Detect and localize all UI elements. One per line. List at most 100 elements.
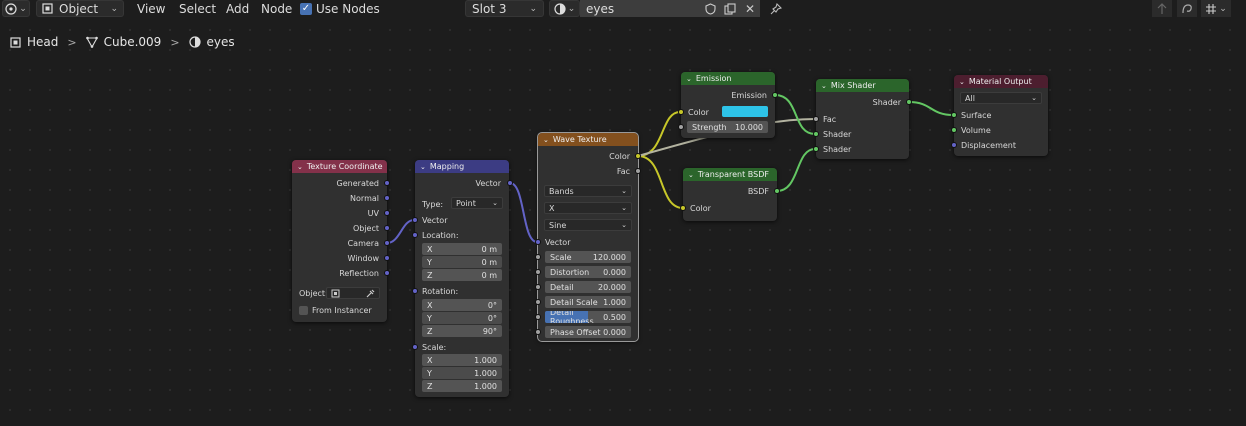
emission-node[interactable]: ⌄ Emission Emission Color Strength 10.000	[678, 72, 778, 138]
socket-surface[interactable]	[951, 112, 957, 118]
socket-shader-1[interactable]	[813, 131, 819, 137]
transparent-bsdf-node[interactable]: ⌄ Transparent BSDF BSDF Color	[680, 168, 780, 221]
node-editor-canvas[interactable]: ⌄ Object ⌄ View Select Add Node ✓ Use No…	[0, 0, 1246, 426]
chevron-down-icon[interactable]: ⌄	[688, 171, 694, 179]
object-picker[interactable]	[326, 287, 380, 299]
scale-x-field[interactable]: X 1.000	[422, 354, 502, 366]
node-header[interactable]: ⌄ Texture Coordinate	[292, 160, 387, 173]
socket-color[interactable]	[680, 205, 686, 211]
wave-type-dropdown[interactable]: Bands ⌄	[544, 185, 632, 197]
scale-z-field[interactable]: Z 1.000	[422, 380, 502, 392]
node-header[interactable]: ⌄ Emission	[681, 72, 775, 85]
phase-offset-field[interactable]: Phase Offset 0.000	[545, 326, 631, 338]
detail-scale-field[interactable]: Detail Scale 1.000	[545, 296, 631, 308]
node-header[interactable]: ⌄ Wave Texture	[538, 133, 638, 146]
socket-displacement[interactable]	[951, 142, 957, 148]
socket-input-vector[interactable]	[412, 217, 418, 223]
socket-location[interactable]	[412, 232, 418, 238]
chevron-down-icon: ⌄	[1031, 94, 1037, 102]
field-value: 1.000	[474, 368, 497, 378]
socket-object[interactable]	[384, 225, 390, 231]
field-label: Detail	[550, 282, 574, 292]
field-value: 0 m	[481, 270, 497, 280]
field-value: 20.000	[598, 282, 626, 292]
socket-scale[interactable]	[535, 254, 541, 260]
chevron-down-icon[interactable]: ⌄	[420, 163, 426, 171]
chevron-down-icon[interactable]: ⌄	[821, 82, 827, 90]
location-y-field[interactable]: Y 0 m	[422, 256, 502, 268]
from-instancer-checkbox[interactable]	[299, 306, 308, 315]
socket-camera[interactable]	[384, 240, 390, 246]
color-swatch[interactable]	[722, 106, 768, 117]
wave-texture-node[interactable]: ⌄ Wave Texture Color Fac Bands ⌄ X ⌄ Sine ⌄…	[535, 132, 641, 342]
socket-scale[interactable]	[412, 344, 418, 350]
socket-strength[interactable]	[678, 124, 684, 130]
field-value: 90°	[482, 326, 497, 336]
socket-distortion[interactable]	[535, 269, 541, 275]
socket-normal[interactable]	[384, 195, 390, 201]
socket-rotation[interactable]	[412, 288, 418, 294]
field-label: Phase Offset	[550, 327, 601, 337]
socket-emission[interactable]	[772, 92, 778, 98]
socket-color[interactable]	[635, 153, 641, 159]
socket-detail[interactable]	[535, 284, 541, 290]
socket-color[interactable]	[678, 109, 684, 115]
material-output-node[interactable]: ⌄ Material Output All ⌄ Surface Volume Di…	[951, 75, 1048, 156]
location-z-field[interactable]: Z 0 m	[422, 269, 502, 281]
output-camera: Camera	[347, 239, 379, 248]
texture-coordinate-node[interactable]: ⌄ Texture Coordinate Generated Normal UV…	[292, 160, 390, 322]
socket-output-shader[interactable]	[906, 99, 912, 105]
scale-y-field[interactable]: Y 1.000	[422, 367, 502, 379]
rotation-x-field[interactable]: X 0°	[422, 299, 502, 311]
socket-window[interactable]	[384, 255, 390, 261]
socket-vector[interactable]	[535, 239, 541, 245]
object-label: Object:	[299, 289, 328, 298]
mix-shader-node[interactable]: ⌄ Mix Shader Shader Fac Shader Shader	[813, 79, 912, 159]
socket-detail-roughness[interactable]	[535, 314, 541, 320]
field-label: Strength	[692, 122, 727, 132]
socket-shader-2[interactable]	[813, 146, 819, 152]
detail-field[interactable]: Detail 20.000	[545, 281, 631, 293]
field-label: Distortion	[550, 267, 590, 277]
node-header[interactable]: ⌄ Mix Shader	[816, 79, 909, 92]
output-vector: Vector	[475, 179, 502, 188]
socket-bsdf[interactable]	[774, 188, 780, 194]
type-dropdown[interactable]: Point ⌄	[451, 197, 503, 209]
from-instancer-label: From Instancer	[312, 306, 372, 315]
node-title: Wave Texture	[552, 135, 607, 144]
from-instancer-toggle[interactable]: From Instancer	[299, 305, 372, 316]
socket-phase-offset[interactable]	[535, 329, 541, 335]
socket-uv[interactable]	[384, 210, 390, 216]
output-shader: Shader	[872, 98, 901, 107]
socket-detail-scale[interactable]	[535, 299, 541, 305]
socket-fac[interactable]	[813, 116, 819, 122]
chevron-down-icon[interactable]: ⌄	[543, 136, 549, 144]
field-label: Detail Roughness	[550, 311, 594, 323]
eyedropper-icon[interactable]	[366, 289, 375, 298]
type-label: Type:	[422, 200, 444, 209]
node-header[interactable]: ⌄ Mapping	[415, 160, 509, 173]
chevron-down-icon[interactable]: ⌄	[686, 75, 692, 83]
node-header[interactable]: ⌄ Material Output	[954, 75, 1048, 88]
mapping-node[interactable]: ⌄ Mapping Vector Type: Point ⌄ Vector Lo…	[412, 160, 513, 397]
link-mix-to-surface	[908, 101, 954, 116]
rotation-z-field[interactable]: Z 90°	[422, 325, 502, 337]
chevron-down-icon[interactable]: ⌄	[297, 163, 303, 171]
socket-volume[interactable]	[951, 127, 957, 133]
node-header[interactable]: ⌄ Transparent BSDF	[683, 168, 777, 181]
profile-dropdown[interactable]: Sine ⌄	[544, 219, 632, 231]
socket-generated[interactable]	[384, 180, 390, 186]
rotation-y-field[interactable]: Y 0°	[422, 312, 502, 324]
location-x-field[interactable]: X 0 m	[422, 243, 502, 255]
detail-roughness-field[interactable]: Detail Roughness 0.500	[545, 311, 631, 323]
scale-field[interactable]: Scale 120.000	[545, 251, 631, 263]
socket-output-vector[interactable]	[507, 180, 513, 186]
chevron-down-icon[interactable]: ⌄	[959, 78, 965, 86]
target-dropdown[interactable]: All ⌄	[960, 92, 1042, 104]
strength-field[interactable]: Strength 10.000	[687, 121, 768, 133]
distortion-field[interactable]: Distortion 0.000	[545, 266, 631, 278]
axis-label: X	[427, 355, 433, 365]
socket-fac[interactable]	[635, 168, 641, 174]
direction-dropdown[interactable]: X ⌄	[544, 202, 632, 214]
socket-reflection[interactable]	[384, 270, 390, 276]
